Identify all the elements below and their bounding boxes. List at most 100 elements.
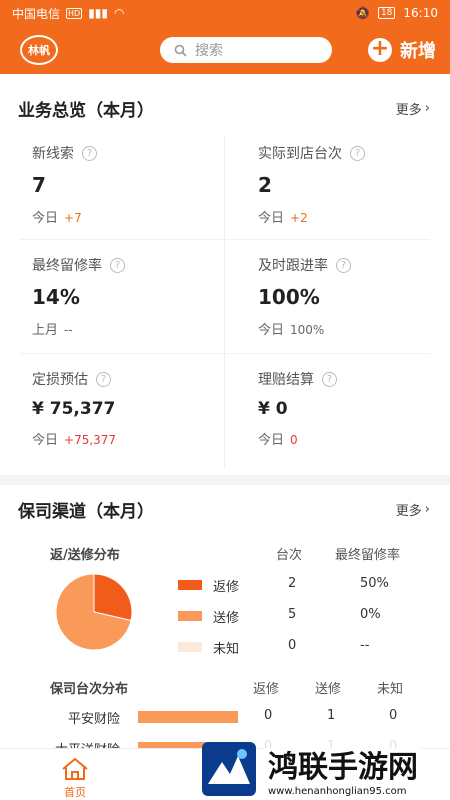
help-icon[interactable]: ? (322, 371, 337, 387)
section-gap (0, 475, 450, 485)
more-label: 更多 (395, 103, 422, 118)
new-button-label: 新增 (400, 41, 436, 62)
clock: 16:10 (403, 6, 438, 20)
legend-swatch (178, 642, 202, 652)
repair-distribution: 返/送修分布 台次 最终留修率 返修 2 50% 送修 5 0% 未知 0 -- (0, 530, 450, 660)
stat-label: 及时跟进率 (258, 258, 328, 274)
stat-value: 7 (32, 173, 46, 197)
mute-icon: 🔕 (355, 6, 370, 20)
dist-title: 返/送修分布 (50, 548, 120, 563)
dist-row-name: 送修 (213, 611, 240, 626)
dist-row-count: 2 (288, 576, 297, 591)
overview-more-link[interactable]: 更多 › (396, 99, 430, 118)
chevron-right-icon: › (424, 502, 430, 517)
stat-delta: +2 (290, 211, 308, 225)
stat-value: ¥ 0 (258, 399, 288, 419)
stat-followup-rate[interactable]: 及时跟进率? 100% 今日 100% (258, 255, 450, 338)
chevron-right-icon: › (424, 101, 430, 116)
status-bar: 中国电信 HD ▮▮▮ ◠ 🔕 18 16:10 (0, 0, 450, 26)
watermark-title: 鸿联手游网 (268, 749, 418, 785)
stat-value: 14% (32, 285, 80, 309)
stat-claim-settlement[interactable]: 理赔结算? ¥ 0 今日 0 (258, 369, 450, 448)
stat-label: 新线索 (32, 146, 74, 162)
insurer-bar (138, 711, 238, 723)
stat-value: ¥ 75,377 (32, 399, 116, 419)
dist-row-rate: 0% (360, 607, 381, 622)
wifi-icon: ◠ (114, 6, 125, 20)
help-icon[interactable]: ? (350, 145, 365, 161)
grid-divider-2 (20, 353, 430, 354)
help-icon[interactable]: ? (82, 145, 97, 161)
insurer-title: 保司台次分布 (50, 682, 129, 697)
watermark-url: www.henanhonglian95.com (268, 785, 407, 797)
stat-sub-label: 今日 (258, 433, 285, 448)
stat-sub-label: 上月 (32, 323, 59, 338)
channel-more-link[interactable]: 更多 › (396, 500, 430, 519)
insurer-unknown: 0 (389, 708, 398, 723)
stat-value: 100% (258, 285, 320, 309)
stat-new-leads[interactable]: 新线索? 7 今日 +7 (32, 143, 237, 226)
tab-home-label: 首页 (64, 786, 86, 799)
stat-label: 实际到店台次 (258, 146, 342, 162)
stat-label: 最终留修率 (32, 258, 102, 274)
insurer-col-unknown: 未知 (377, 682, 404, 697)
insurer-col-fanxiu: 返修 (253, 682, 280, 697)
watermark-logo (202, 742, 256, 796)
carrier-label: 中国电信 (12, 6, 61, 21)
stat-store-visits[interactable]: 实际到店台次? 2 今日 +2 (258, 143, 450, 226)
insurer-col-songxiu: 送修 (315, 682, 342, 697)
logo-text: 林帆 (28, 44, 50, 57)
help-icon[interactable]: ? (110, 257, 125, 273)
stat-sub-label: 今日 (258, 211, 285, 226)
plus-icon: + (368, 38, 392, 62)
dist-row-name: 未知 (213, 642, 240, 657)
help-icon[interactable]: ? (336, 257, 351, 273)
col-count-header: 台次 (276, 548, 303, 563)
search-icon (174, 44, 187, 57)
grid-divider-1 (20, 239, 430, 240)
signal-icon: ▮▮▮ (88, 6, 109, 20)
stat-sub-label: 今日 (258, 323, 285, 338)
stat-sub-label: 今日 (32, 211, 59, 226)
channel-header: 保司渠道（本月） 更多 › (0, 497, 450, 522)
overview-title: 业务总览（本月） (18, 101, 154, 121)
overview-grid: 新线索? 7 今日 +7 实际到店台次? 2 今日 +2 最终留修率? 14% 上月… (20, 127, 430, 467)
insurer-fanxiu: 0 (264, 708, 273, 723)
help-icon[interactable]: ? (96, 371, 111, 387)
repair-pie-chart (55, 573, 133, 651)
top-bar: 林帆 搜索 + 新增 (0, 26, 450, 74)
tab-home[interactable]: 首页 (55, 757, 95, 800)
channel-title: 保司渠道（本月） (18, 502, 154, 522)
insurer-songxiu: 1 (327, 708, 336, 723)
watermark: 鸿联手游网 www.henanhonglian95.com (200, 738, 450, 800)
hd-badge: HD (66, 7, 83, 19)
new-button[interactable]: + 新增 (368, 37, 436, 63)
more-label: 更多 (395, 504, 422, 519)
dist-row-count: 0 (288, 638, 297, 653)
dist-row-rate: -- (360, 638, 370, 653)
home-icon (62, 757, 88, 780)
dist-row-name: 返修 (213, 580, 240, 595)
search-input[interactable]: 搜索 (160, 37, 332, 63)
app-logo[interactable]: 林帆 (20, 35, 58, 65)
stat-delta: -- (64, 323, 73, 337)
stat-delta: +7 (64, 211, 82, 225)
insurer-name: 平安财险 (67, 712, 120, 727)
stat-delta: +75,377 (64, 433, 117, 447)
stat-delta: 100% (290, 323, 325, 337)
stat-loss-estimate[interactable]: 定损预估? ¥ 75,377 今日 +75,377 (32, 369, 237, 448)
col-rate-header: 最终留修率 (335, 548, 401, 563)
stat-sub-label: 今日 (32, 433, 59, 448)
dist-row-rate: 50% (360, 576, 389, 591)
battery-level: 18 (380, 8, 393, 18)
legend-swatch (178, 580, 202, 590)
stat-retention-rate[interactable]: 最终留修率? 14% 上月 -- (32, 255, 237, 338)
search-placeholder: 搜索 (195, 43, 223, 59)
dist-row-count: 5 (288, 607, 297, 622)
stat-value: 2 (258, 173, 272, 197)
stat-label: 理赔结算 (258, 372, 314, 388)
legend-swatch (178, 611, 202, 621)
overview-header: 业务总览（本月） 更多 › (0, 96, 450, 121)
battery-icon: 18 (377, 7, 396, 19)
stat-delta: 0 (290, 433, 298, 447)
